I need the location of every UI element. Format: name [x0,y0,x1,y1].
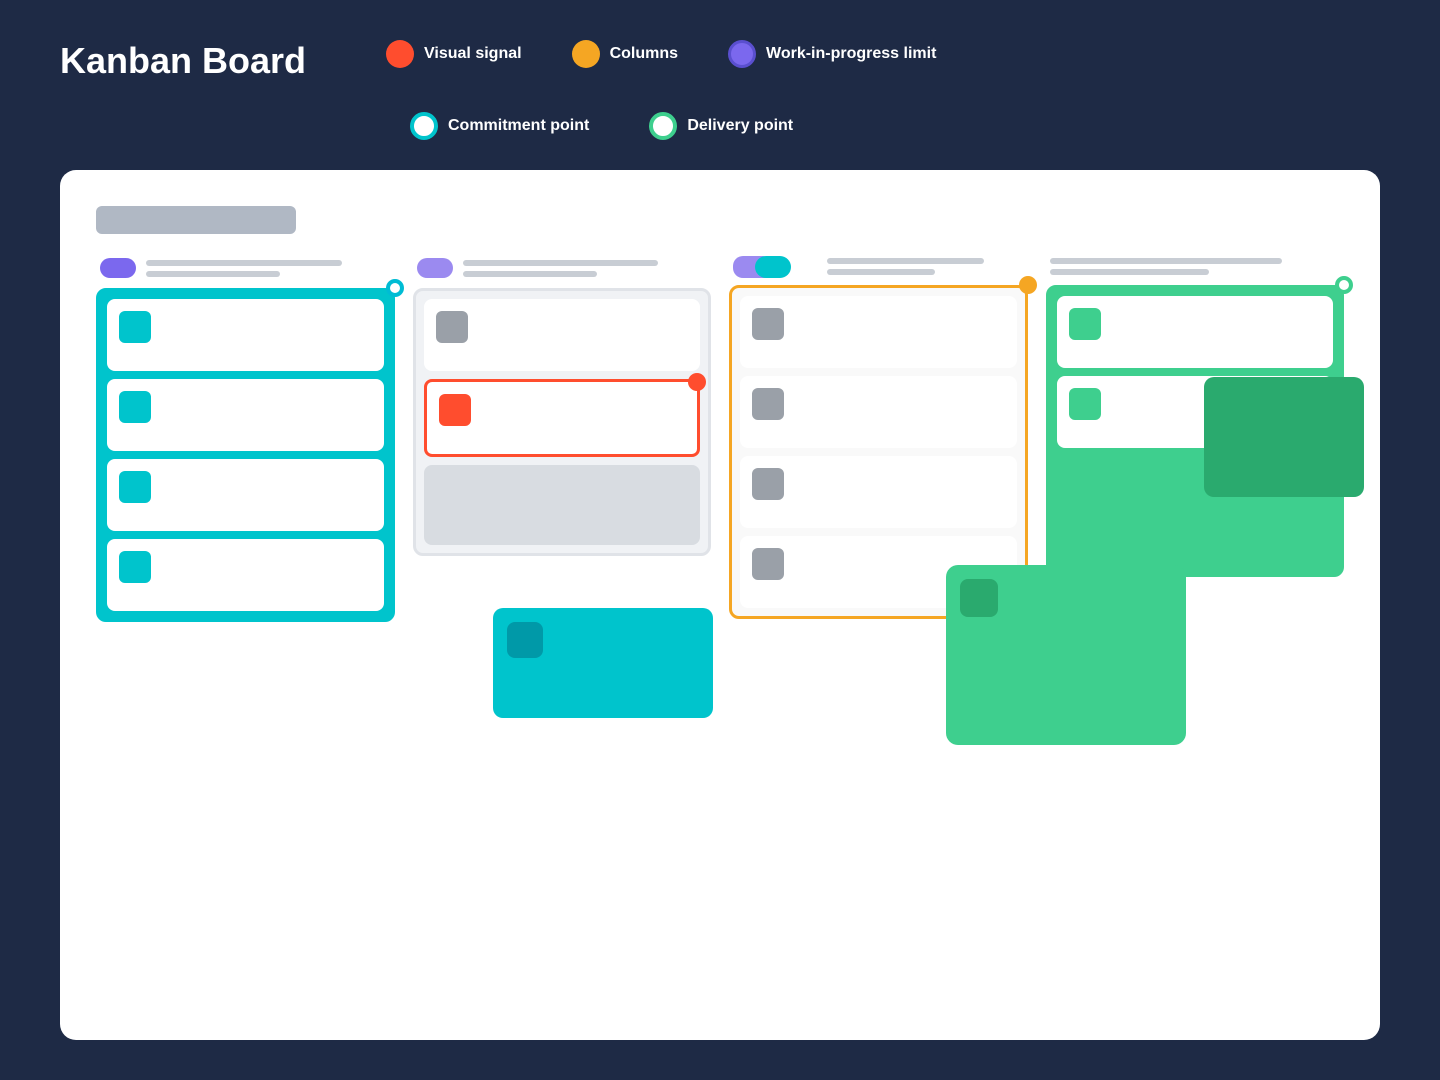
kanban-column-2 [413,258,712,556]
col4-header [1046,258,1345,275]
col2-body [413,288,712,556]
col2-card2-red [424,379,701,457]
col1-lines [146,260,391,277]
col3-pill-teal [755,256,791,278]
visual-signal-icon [386,40,414,68]
col2-header [413,258,712,278]
col2-card1-icon [436,311,468,343]
col3-card2-icon [752,388,784,420]
commitment-point-label: Commitment point [448,117,589,135]
col1-card4-icon [119,551,151,583]
delivery-dot-col4 [1335,276,1353,294]
legend-item-visual-signal: Visual signal [386,40,522,68]
col2-lines [463,260,708,277]
columns-label: Columns [610,45,678,63]
col4-line2 [1050,269,1210,275]
col1-card3 [107,459,384,531]
col3-card2 [740,376,1017,448]
board-title-placeholder [96,206,296,234]
col1-body [96,288,395,622]
col1-line1 [146,260,342,266]
delivery-point-label: Delivery point [687,117,793,135]
col3-card1-icon [752,308,784,340]
col3-line1 [827,258,984,264]
col4-card1-icon [1069,308,1101,340]
col2-line2 [463,271,597,277]
columns-area [96,258,1344,1004]
page-header: Kanban Board Visual signal Columns Work-… [60,40,1380,82]
dark-green-extension [1204,377,1364,497]
col3-card1 [740,296,1017,368]
col1-card4 [107,539,384,611]
col4-line1 [1050,258,1282,264]
col2-pill [417,258,453,278]
col1-card1-icon [119,311,151,343]
legend-item-wip: Work-in-progress limit [728,40,936,68]
visual-signal-label: Visual signal [424,45,522,63]
legend-item-columns: Columns [572,40,678,68]
col1-card1 [107,299,384,371]
col4-card2-icon [1069,388,1101,420]
page-title: Kanban Board [60,40,306,82]
legend-item-delivery: Delivery point [649,112,793,140]
col2-card1 [424,299,701,371]
commitment-point-icon [410,112,438,140]
col4-lines [1050,258,1341,275]
commitment-dot-col1 [386,279,404,297]
col3-card3-icon [752,468,784,500]
col2-card2-icon [439,394,471,426]
col3-card4-icon [752,548,784,580]
col3-lines [827,258,1024,275]
col2-line1 [463,260,659,266]
board-title-bar [96,206,1344,234]
wip-limit-label: Work-in-progress limit [766,45,936,63]
col1-card2 [107,379,384,451]
col1-line2 [146,271,280,277]
legend-item-commitment: Commitment point [410,112,589,140]
big-block-icon [960,579,998,617]
columns-icon [572,40,600,68]
drag-card [493,608,713,718]
kanban-column-1 [96,258,395,622]
legend: Visual signal Columns Work-in-progress l… [386,40,936,68]
col1-card3-icon [119,471,151,503]
col4-card1 [1057,296,1334,368]
col3-card3 [740,456,1017,528]
col1-card2-icon [119,391,151,423]
wip-limit-icon [728,40,756,68]
delivery-point-icon [649,112,677,140]
big-green-block [946,565,1186,745]
drag-card-icon [507,622,543,658]
wip-limit-dot [1019,276,1037,294]
kanban-column-4 [1046,258,1345,577]
col3-header [729,258,1028,275]
legend-row2: Commitment point Delivery point [410,112,1380,140]
col1-header [96,258,395,278]
visual-signal-dot [688,373,706,391]
col3-line2 [827,269,935,275]
kanban-board [60,170,1380,1040]
col1-pill [100,258,136,278]
col2-ghost-card [424,465,701,545]
